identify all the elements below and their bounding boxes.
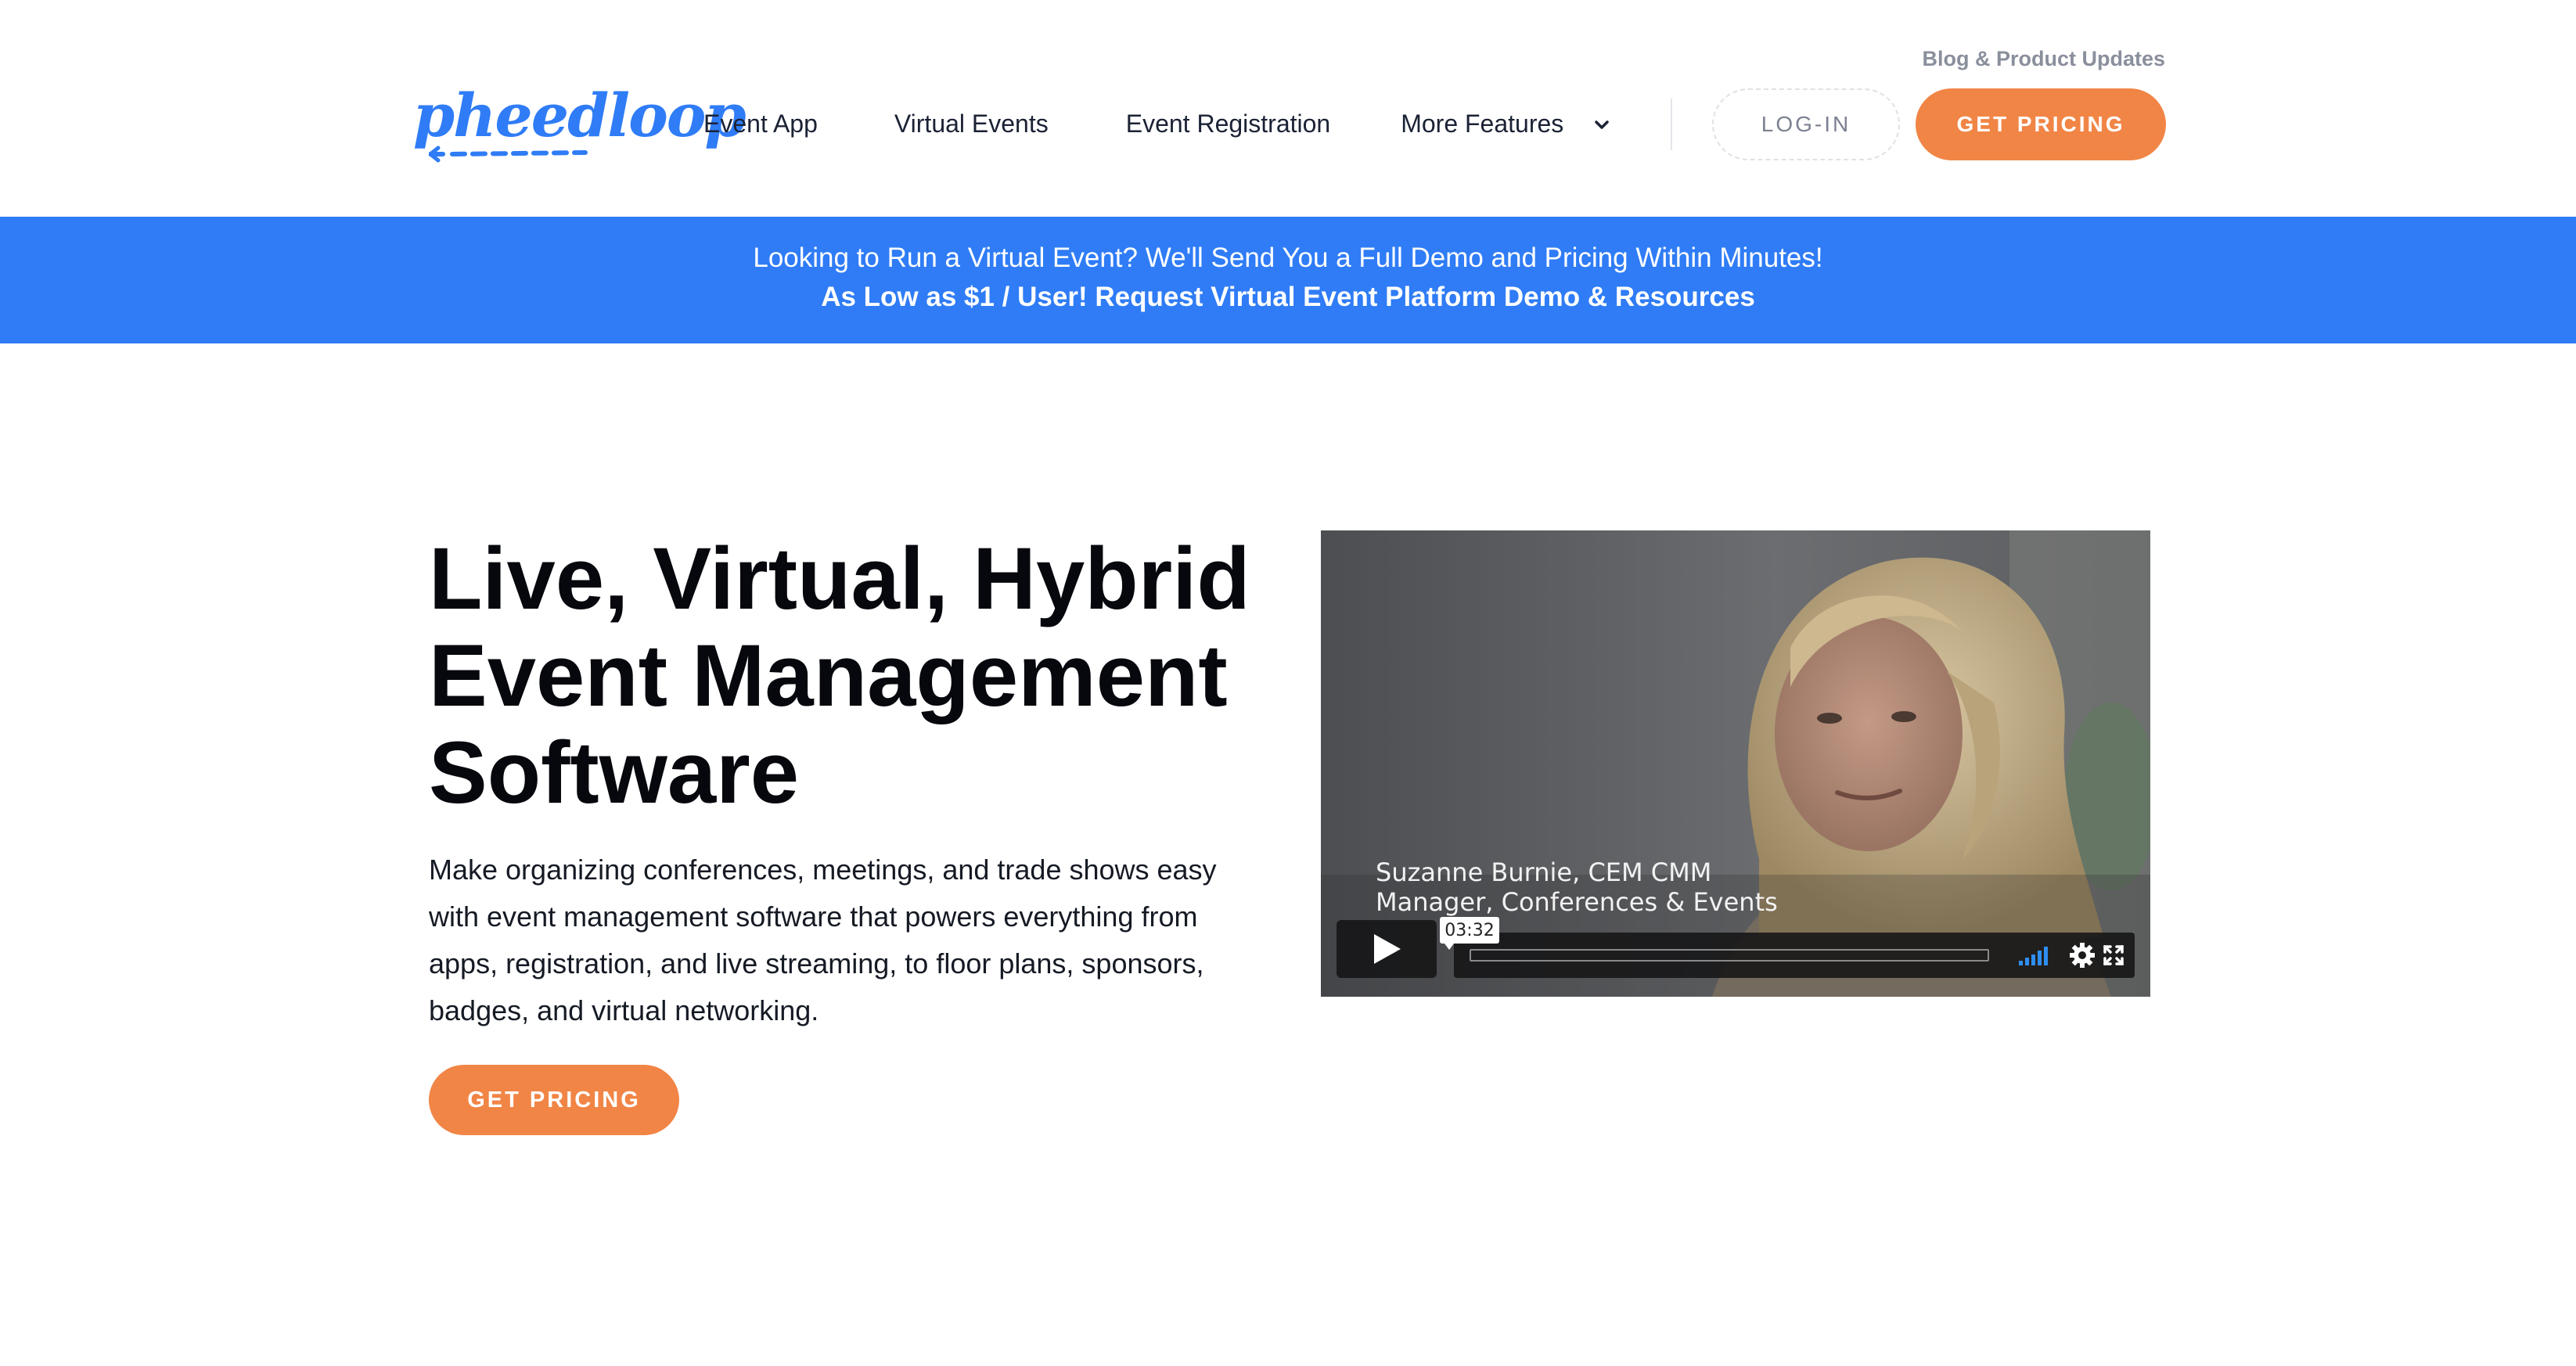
pheedloop-logo[interactable]: pheedloop bbox=[413, 84, 747, 163]
hero-get-pricing-button[interactable]: GET PRICING bbox=[429, 1065, 679, 1135]
nav-virtual-events[interactable]: Virtual Events bbox=[894, 110, 1049, 138]
volume-icon[interactable] bbox=[2019, 945, 2055, 965]
nav-event-registration[interactable]: Event Registration bbox=[1126, 110, 1330, 138]
nav-more-features-label: More Features bbox=[1401, 109, 1564, 138]
video-progress-bar[interactable] bbox=[1470, 949, 1989, 962]
hero-title-line: Software bbox=[429, 724, 799, 821]
hero-description-line: badges, and virtual networking. bbox=[429, 994, 819, 1026]
hero-description-line: apps, registration, and live streaming, … bbox=[429, 947, 1204, 980]
site-header: pheedloop Event App Virtual Events Event… bbox=[0, 0, 2576, 217]
gear-icon[interactable] bbox=[2069, 942, 2096, 969]
nav-event-app[interactable]: Event App bbox=[703, 110, 818, 138]
header-get-pricing-button[interactable]: GET PRICING bbox=[1916, 88, 2166, 160]
testimonial-video-player[interactable]: Suzanne Burnie, CEM CMM Manager, Confere… bbox=[1321, 530, 2150, 997]
play-button[interactable] bbox=[1337, 920, 1437, 978]
login-button[interactable]: LOG-IN bbox=[1712, 88, 1900, 160]
fullscreen-icon[interactable] bbox=[2103, 945, 2124, 965]
video-duration: 03:32 bbox=[1440, 917, 1499, 950]
logo-arrow-icon bbox=[429, 146, 588, 163]
nav-more-features[interactable]: More Features bbox=[1401, 110, 1610, 138]
caption-role: Manager, Conferences & Events bbox=[1376, 887, 1778, 917]
play-icon bbox=[1374, 934, 1401, 964]
blog-link[interactable]: Blog & Product Updates bbox=[1922, 47, 2165, 71]
hero-title-line: Event Management bbox=[429, 627, 1228, 724]
banner-headline: Looking to Run a Virtual Event? We'll Se… bbox=[753, 243, 1823, 273]
banner-cta-link[interactable]: As Low as $1 / User! Request Virtual Eve… bbox=[0, 282, 2576, 313]
logo-wordmark: pheedloop bbox=[413, 81, 747, 150]
video-caption: Suzanne Burnie, CEM CMM Manager, Confere… bbox=[1376, 857, 1778, 917]
caption-name: Suzanne Burnie, CEM CMM bbox=[1376, 857, 1712, 887]
hero-title-line: Live, Virtual, Hybrid bbox=[429, 530, 1250, 627]
hero-description-line: with event management software that powe… bbox=[429, 900, 1198, 933]
hero-title: Live, Virtual, Hybrid Event Management S… bbox=[429, 530, 1274, 821]
hero-description: Make organizing conferences, meetings, a… bbox=[429, 847, 1258, 1034]
promo-banner[interactable]: Looking to Run a Virtual Event? We'll Se… bbox=[0, 217, 2576, 343]
nav-divider bbox=[1671, 99, 1672, 150]
hero-description-line: Make organizing conferences, meetings, a… bbox=[429, 854, 1217, 886]
main-nav: Event App Virtual Events Event Registrat… bbox=[703, 104, 1610, 143]
video-control-bar bbox=[1454, 933, 2135, 978]
chevron-down-icon bbox=[1595, 120, 1609, 129]
